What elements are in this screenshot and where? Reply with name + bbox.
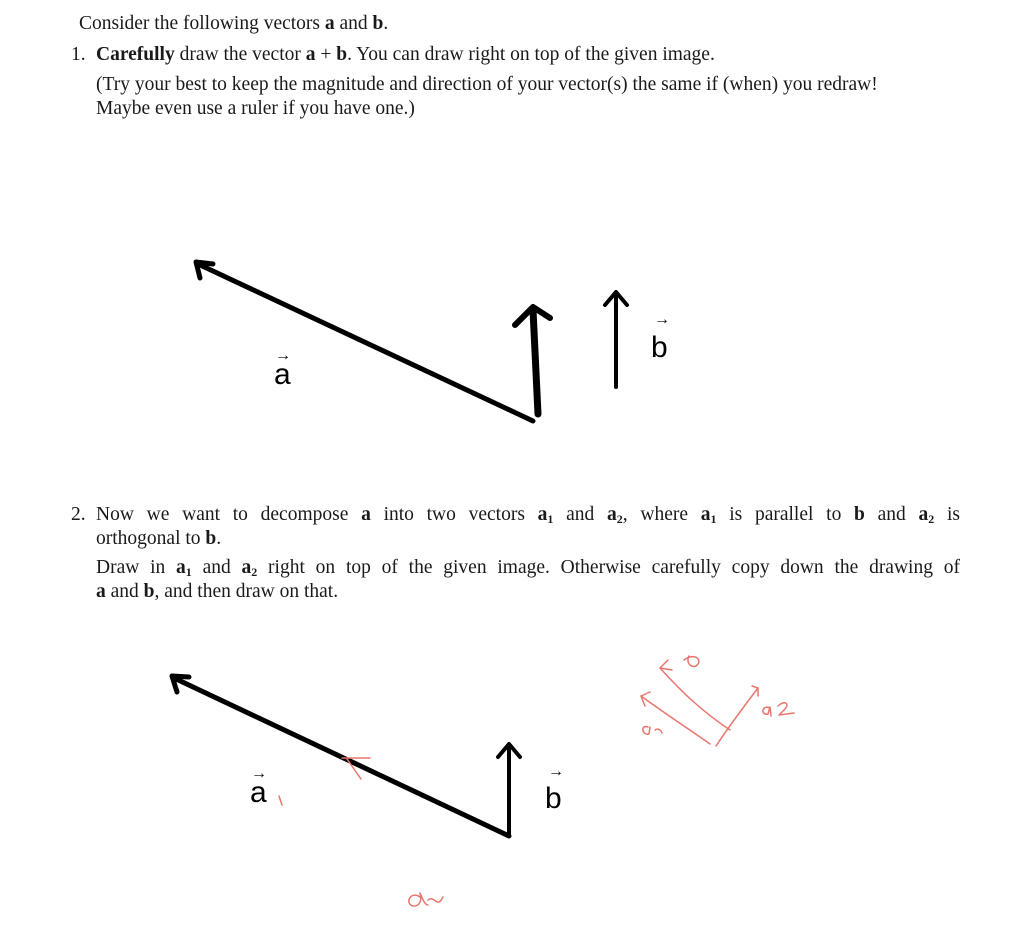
q2-text: is parallel to xyxy=(716,504,855,525)
q2-vector-a: a xyxy=(96,581,106,602)
label-a: a xyxy=(274,358,291,391)
q1-number: 1. xyxy=(71,44,86,65)
q1-vector-a: a xyxy=(305,44,316,65)
q2-text: and xyxy=(864,504,919,525)
sketch-a2-arrowhead xyxy=(751,685,759,697)
q2-line2: orthogonal to b. xyxy=(96,527,221,551)
sketch-a1-arrowhead xyxy=(640,691,651,707)
q2-text: and xyxy=(105,581,144,602)
q2-vector-b: b xyxy=(854,504,865,525)
intro-prefix: Consider the following vectors xyxy=(79,13,325,34)
q1-instruction: Carefully draw the vector a + b. You can… xyxy=(96,43,715,67)
q2-text: is xyxy=(934,504,961,525)
label-b: b xyxy=(651,331,668,364)
intro-and: and xyxy=(334,13,373,34)
sketch-b-line xyxy=(659,667,731,731)
vector-b-symbol: b xyxy=(372,13,384,34)
vector-b-arrowhead xyxy=(496,742,522,759)
q2-line1: Now we want to decompose a into two vect… xyxy=(96,503,960,527)
sketch-b-letter xyxy=(683,655,700,668)
label-b: b xyxy=(545,782,562,815)
figure-2: a → b → xyxy=(169,655,795,907)
q2-vector-b: b xyxy=(143,581,155,602)
q2-number: 2. xyxy=(71,504,86,525)
bottom-a2-label xyxy=(408,892,444,907)
label-a-arrow: → xyxy=(275,347,291,364)
q2-text: orthogonal to xyxy=(96,528,206,549)
annotation-tick xyxy=(278,795,283,806)
vector-a-symbol: a xyxy=(324,13,335,34)
q2-text: and xyxy=(553,504,608,525)
q2-vector-a2: a2 xyxy=(607,504,623,526)
q2-text: Now we want to decompose xyxy=(96,504,362,525)
annotation-arrowhead-stroke xyxy=(346,758,362,780)
q1-text-end: . You can draw right on top of the given… xyxy=(347,44,715,65)
vector-b-arrowhead xyxy=(603,290,629,307)
q2-vector-a1: a1 xyxy=(700,504,717,526)
vector-a-line xyxy=(171,675,512,839)
q1-text-mid: draw the vector xyxy=(174,44,306,65)
vector-b-copy-line xyxy=(529,306,542,418)
figure-1: a → b → xyxy=(193,259,670,424)
q2-text: . xyxy=(216,528,222,549)
q2-text: , where xyxy=(622,504,701,525)
q2-para2-line2: a and b, and then draw on that. xyxy=(96,580,338,604)
sketch-a1-label xyxy=(642,725,663,735)
q1-vector-b: b xyxy=(336,44,348,65)
q2-vector-a2: a2 xyxy=(241,557,258,579)
q1-note-line1: (Try your best to keep the magnitude and… xyxy=(96,74,878,95)
q2-text: , and then draw on that. xyxy=(154,581,339,602)
label-a: a xyxy=(250,776,267,809)
q2-vector-b: b xyxy=(205,528,217,549)
q2-text: right on top of the given image. Otherwi… xyxy=(257,557,960,578)
vector-a-line xyxy=(195,261,536,424)
label-a-arrow: → xyxy=(251,765,267,782)
sketch-a2-label xyxy=(762,702,795,717)
sketch-a1-line xyxy=(640,695,711,745)
intro-text: Consider the following vectors a and b. xyxy=(79,12,388,36)
intro-end: . xyxy=(383,13,389,34)
vector-b-copy-arrowhead xyxy=(512,304,553,328)
q2-vector-a2: a2 xyxy=(918,504,935,526)
vector-a-arrowhead xyxy=(169,673,192,695)
q2-text: into two vectors xyxy=(370,504,538,525)
q2-vector-a: a xyxy=(361,504,371,525)
label-b-arrow: → xyxy=(548,763,564,780)
q1-emphasis: Carefully xyxy=(96,44,175,65)
q1-note-line2: Maybe even use a ruler if you have one.) xyxy=(96,98,415,119)
sketch-b-arrowhead xyxy=(659,659,673,671)
q2-text: and xyxy=(191,557,242,578)
q2-vector-a1: a1 xyxy=(537,504,554,526)
q2-vector-a1: a1 xyxy=(176,557,192,579)
label-b-arrow: → xyxy=(654,311,670,328)
q2-text: Draw in xyxy=(96,557,177,578)
vector-a-arrowhead xyxy=(193,259,216,281)
sketch-a2-line xyxy=(715,687,759,747)
handwritten-annotations xyxy=(278,655,795,907)
q2-para2-line1: Draw in a1 and a2 right on top of the gi… xyxy=(96,556,960,580)
q1-plus: + xyxy=(315,44,337,65)
